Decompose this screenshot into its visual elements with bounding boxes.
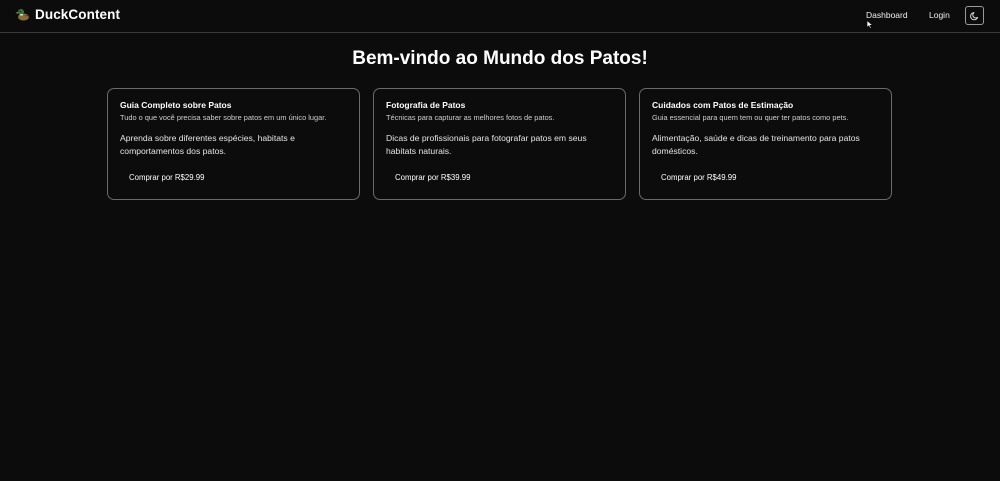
brand-logo-link[interactable]: DuckContent bbox=[15, 6, 120, 22]
card-title: Cuidados com Patos de Estimação bbox=[652, 100, 794, 110]
card-subtitle: Tudo o que você precisa saber sobre pato… bbox=[120, 113, 327, 122]
card-description: Dicas de profissionais para fotografar p… bbox=[386, 133, 587, 156]
card-title: Guia Completo sobre Patos bbox=[120, 100, 232, 110]
card-description: Alimentação, saúde e dicas de treinament… bbox=[652, 133, 860, 156]
moon-icon bbox=[969, 11, 980, 21]
nav-link-login[interactable]: Login bbox=[929, 10, 950, 20]
card-description: Aprenda sobre diferentes espécies, habit… bbox=[120, 133, 295, 156]
theme-toggle-button[interactable] bbox=[965, 6, 984, 25]
duck-icon bbox=[15, 6, 31, 22]
product-card: Fotografia de Patos Técnicas para captur… bbox=[373, 88, 626, 200]
buy-button[interactable]: Comprar por R$29.99 bbox=[120, 171, 214, 185]
product-card: Guia Completo sobre Patos Tudo o que voc… bbox=[107, 88, 360, 200]
page-title: Bem-vindo ao Mundo dos Patos! bbox=[352, 48, 648, 69]
top-navbar: DuckContent Dashboard Login bbox=[0, 0, 1000, 33]
card-subtitle: Guia essencial para quem tem ou quer ter… bbox=[652, 113, 849, 122]
mouse-pointer-icon bbox=[866, 16, 874, 29]
buy-button[interactable]: Comprar por R$49.99 bbox=[652, 171, 746, 185]
buy-button[interactable]: Comprar por R$39.99 bbox=[386, 171, 480, 185]
brand-name: DuckContent bbox=[35, 6, 121, 22]
card-subtitle: Técnicas para capturar as melhores fotos… bbox=[386, 113, 555, 122]
product-card: Cuidados com Patos de Estimação Guia ess… bbox=[639, 88, 892, 200]
card-title: Fotografia de Patos bbox=[386, 100, 466, 110]
